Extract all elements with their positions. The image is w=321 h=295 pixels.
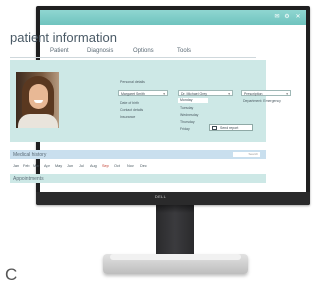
month-aug[interactable]: Aug — [90, 164, 97, 168]
doctor-list-item[interactable]: Tuesday — [180, 106, 193, 110]
history-search-input[interactable]: Search — [233, 152, 260, 157]
report-icon — [212, 126, 217, 130]
chevron-down-icon: ▾ — [228, 92, 230, 96]
chevron-down-icon: ▾ — [163, 92, 165, 96]
tab-patient[interactable]: Patient — [50, 48, 69, 54]
appointments-section-label: Appointments — [13, 176, 44, 182]
month-dec[interactable]: Dec — [140, 164, 147, 168]
stand-shadow — [156, 205, 194, 213]
field-label-dob: Date of birth — [120, 101, 140, 105]
tab-diagnosis[interactable]: Diagnosis — [87, 48, 113, 54]
appointments-section-bar — [10, 174, 266, 183]
month-nov[interactable]: Nov — [127, 164, 134, 168]
doctor-list-item[interactable]: Friday — [180, 127, 190, 131]
close-icon[interactable]: ✕ — [295, 14, 301, 20]
month-may[interactable]: May — [55, 164, 62, 168]
history-section-label: Medical history — [13, 152, 47, 158]
month-jul[interactable]: Jul — [79, 164, 84, 168]
doctor-list-item[interactable]: Monday — [178, 98, 208, 103]
gear-icon[interactable]: ⚙ — [284, 14, 290, 20]
page-title: patient information — [10, 30, 117, 45]
brand-logo: DELL — [154, 194, 167, 199]
tab-divider — [10, 57, 256, 58]
details-section-label: Personal details — [120, 80, 145, 84]
field-label-contact: Contact details — [120, 108, 144, 112]
stand-base-top — [110, 254, 241, 260]
doctor-list-item[interactable]: Thursday — [180, 120, 195, 124]
patient-photo — [16, 72, 59, 128]
tab-options[interactable]: Options — [133, 48, 154, 54]
month-feb[interactable]: Feb — [23, 164, 30, 168]
doctor-list-item[interactable]: Wednesday — [180, 113, 198, 117]
send-report-button[interactable]: Send report — [209, 124, 253, 131]
month-sep[interactable]: Sep — [102, 164, 109, 168]
mail-icon[interactable]: ✉ — [274, 14, 280, 20]
field-label-insurance: Insurance — [120, 115, 136, 119]
name-field[interactable]: Margaret Smith ▾ — [118, 90, 168, 96]
month-jun[interactable]: Jun — [67, 164, 73, 168]
prescription-select[interactable]: Prescription ▾ — [241, 90, 291, 96]
doctor-select[interactable]: Dr. Michael Grey ▾ — [178, 90, 233, 96]
tab-tools[interactable]: Tools — [177, 48, 191, 54]
month-apr[interactable]: Apr — [44, 164, 50, 168]
figure-label: C — [5, 265, 18, 284]
department-label: Department: Emergency — [243, 99, 281, 103]
month-jan[interactable]: Jan — [13, 164, 19, 168]
history-section-bar — [10, 150, 266, 159]
chevron-down-icon: ▾ — [286, 92, 288, 96]
month-oct[interactable]: Oct — [114, 164, 120, 168]
month-mar[interactable]: Mar — [33, 164, 40, 168]
window-top-bar — [40, 10, 306, 25]
